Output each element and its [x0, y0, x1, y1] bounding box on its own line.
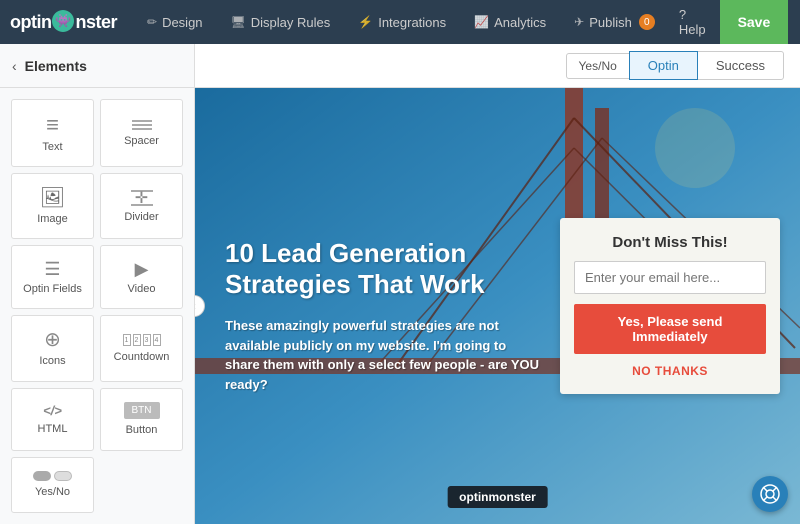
- element-divider-label: Divider: [124, 211, 158, 223]
- canvas-overlay: ‹ 10 Lead Generation Strategies That Wor…: [195, 88, 800, 524]
- analytics-icon: 📈: [474, 15, 489, 29]
- help-label: ? Help: [679, 7, 706, 37]
- optin-title: Don't Miss This!: [574, 234, 766, 251]
- element-button-label: Button: [126, 424, 158, 436]
- element-countdown[interactable]: 1 2 3 4 Countdown: [100, 315, 183, 381]
- canvas-subtext: These amazingly powerful strategies are …: [225, 316, 540, 394]
- elements-grid: Text Spacer 🖼 Image ✛ Divider: [0, 88, 194, 524]
- video-icon: ▶: [135, 260, 149, 278]
- publish-badge: 0: [639, 14, 655, 30]
- element-yesno[interactable]: Yes/No: [11, 457, 94, 513]
- optin-decline[interactable]: NO THANKS: [574, 364, 766, 378]
- element-image[interactable]: 🖼 Image: [11, 173, 94, 239]
- optin-email-input[interactable]: [574, 261, 766, 294]
- sidebar: ‹ Elements Text Spacer 🖼 Image: [0, 44, 195, 524]
- nav-display-rules[interactable]: 🖥 Display Rules: [217, 0, 345, 44]
- nav-analytics[interactable]: 📈 Analytics: [460, 0, 560, 44]
- tab-success[interactable]: Success: [697, 51, 784, 80]
- design-icon: ✏: [147, 15, 157, 29]
- top-navigation: optin 👾 nster ✏ Design 🖥 Display Rules ⚡…: [0, 0, 800, 44]
- nav-display-rules-label: Display Rules: [251, 15, 330, 30]
- canvas-headline: 10 Lead Generation Strategies That Work: [225, 238, 540, 300]
- optin-box: Don't Miss This! Yes, Please send Immedi…: [560, 218, 780, 394]
- element-spacer[interactable]: Spacer: [100, 99, 183, 167]
- element-divider[interactable]: ✛ Divider: [100, 173, 183, 239]
- main-layout: ‹ Elements Text Spacer 🖼 Image: [0, 44, 800, 524]
- tab-bar: Yes/No Optin Success: [195, 44, 800, 88]
- element-image-label: Image: [37, 213, 68, 225]
- nav-items: ✏ Design 🖥 Display Rules ⚡ Integrations …: [133, 0, 669, 44]
- element-html[interactable]: </> HTML: [11, 388, 94, 451]
- element-optin-fields-label: Optin Fields: [23, 283, 82, 295]
- save-button[interactable]: Save: [720, 0, 789, 44]
- content-area: Yes/No Optin Success: [195, 44, 800, 524]
- element-html-label: HTML: [38, 423, 68, 435]
- text-icon: [46, 114, 59, 136]
- nav-design-label: Design: [162, 15, 202, 30]
- element-text[interactable]: Text: [11, 99, 94, 167]
- html-icon: </>: [43, 403, 62, 418]
- element-yesno-label: Yes/No: [35, 486, 70, 498]
- element-text-label: Text: [42, 141, 62, 153]
- display-rules-icon: 🖥: [231, 15, 246, 29]
- element-icons[interactable]: ⊕ Icons: [11, 315, 94, 381]
- integrations-icon: ⚡: [358, 15, 373, 29]
- element-icons-label: Icons: [39, 355, 65, 367]
- sidebar-title: Elements: [25, 58, 87, 74]
- logo: optin 👾 nster: [10, 11, 117, 33]
- tab-yesno[interactable]: Yes/No: [566, 53, 630, 79]
- image-icon: 🖼: [40, 188, 65, 208]
- divider-icon: ✛: [131, 190, 153, 206]
- button-icon: BTN: [124, 402, 160, 419]
- spacer-icon: [132, 120, 152, 130]
- nav-analytics-label: Analytics: [494, 15, 546, 30]
- icons-icon: ⊕: [44, 330, 61, 350]
- canvas-text-section: 10 Lead Generation Strategies That Work …: [225, 228, 540, 394]
- yesno-icon: [33, 471, 72, 481]
- sidebar-header: ‹ Elements: [0, 44, 194, 88]
- nav-publish-label: Publish: [589, 15, 632, 30]
- element-button[interactable]: BTN Button: [100, 388, 183, 451]
- collapse-sidebar-button[interactable]: ‹: [195, 295, 205, 317]
- optin-fields-icon: ☰: [44, 260, 60, 278]
- publish-icon: ✈: [574, 15, 584, 29]
- logo-text-right: nster: [75, 12, 117, 33]
- countdown-icon: 1 2 3 4: [123, 334, 161, 346]
- sidebar-back-icon[interactable]: ‹: [12, 58, 17, 74]
- logo-monster-icon: 👾: [52, 10, 74, 32]
- nav-integrations[interactable]: ⚡ Integrations: [344, 0, 460, 44]
- help-circle-button[interactable]: [752, 476, 788, 512]
- nav-design[interactable]: ✏ Design: [133, 0, 217, 44]
- element-video[interactable]: ▶ Video: [100, 245, 183, 309]
- close-button[interactable]: ✕: [792, 0, 800, 44]
- optin-cta-button[interactable]: Yes, Please send Immediately: [574, 304, 766, 354]
- nav-right: ? Help Save ✕: [669, 0, 800, 44]
- nav-publish[interactable]: ✈ Publish 0: [560, 0, 669, 44]
- element-spacer-label: Spacer: [124, 135, 159, 147]
- bottom-brand: optinmonster: [447, 486, 548, 508]
- element-optin-fields[interactable]: ☰ Optin Fields: [11, 245, 94, 309]
- tab-optin[interactable]: Optin: [629, 51, 698, 80]
- canvas: ‹ 10 Lead Generation Strategies That Wor…: [195, 88, 800, 524]
- element-video-label: Video: [128, 283, 156, 295]
- logo-text-left: optin: [10, 12, 51, 33]
- element-countdown-label: Countdown: [114, 351, 170, 363]
- nav-help[interactable]: ? Help: [669, 0, 716, 44]
- nav-integrations-label: Integrations: [378, 15, 446, 30]
